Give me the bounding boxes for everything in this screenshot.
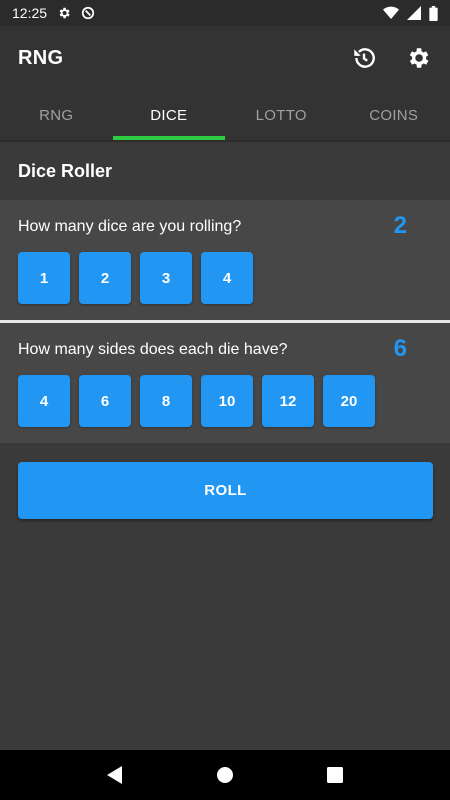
dice-sides-question: How many sides does each die have? — [18, 341, 288, 358]
gear-icon — [57, 6, 71, 20]
dice-count-option-2[interactable]: 2 — [79, 252, 131, 304]
wifi-icon — [383, 6, 399, 20]
back-icon[interactable] — [95, 755, 135, 795]
recents-icon[interactable] — [315, 755, 355, 795]
battery-icon — [429, 5, 438, 21]
tab-lotto[interactable]: LOTTO — [225, 90, 338, 140]
signal-icon — [407, 6, 421, 20]
settings-icon[interactable] — [404, 44, 432, 72]
system-nav-bar — [0, 750, 450, 800]
app-bar: RNG — [0, 26, 450, 90]
dice-sides-option-8[interactable]: 8 — [140, 375, 192, 427]
dice-count-question: How many dice are you rolling? — [18, 218, 242, 235]
dice-sides-option-10[interactable]: 10 — [201, 375, 253, 427]
dice-sides-options: 4 6 8 10 12 20 — [18, 375, 375, 427]
tab-dice[interactable]: DICE — [112, 90, 226, 140]
tab-bar: RNG DICE LOTTO COINS — [0, 90, 450, 140]
app-title: RNG — [18, 46, 64, 69]
history-icon[interactable] — [350, 44, 378, 72]
dice-sides-option-6[interactable]: 6 — [79, 375, 131, 427]
roll-button[interactable]: ROLL — [18, 462, 433, 519]
dice-count-option-3[interactable]: 3 — [140, 252, 192, 304]
vpn-icon — [81, 6, 95, 20]
tab-rng[interactable]: RNG — [0, 90, 113, 140]
dice-count-option-1[interactable]: 1 — [18, 252, 70, 304]
status-bar: 12:25 — [0, 0, 450, 26]
tab-coins[interactable]: COINS — [338, 90, 450, 140]
dice-count-selected: 2 — [393, 212, 407, 239]
dice-count-options: 1 2 3 4 — [18, 252, 253, 304]
dice-sides-option-20[interactable]: 20 — [323, 375, 375, 427]
status-time: 12:25 — [12, 5, 48, 21]
page-title: Dice Roller — [18, 161, 113, 181]
dice-count-card: How many dice are you rolling? 2 1 2 3 4 — [0, 200, 450, 320]
dice-sides-selected: 6 — [393, 335, 407, 362]
dice-sides-option-12[interactable]: 12 — [262, 375, 314, 427]
dice-count-option-4[interactable]: 4 — [201, 252, 253, 304]
home-icon[interactable] — [205, 755, 245, 795]
dice-sides-card: How many sides does each die have? 6 4 6… — [0, 323, 450, 443]
dice-sides-option-4[interactable]: 4 — [18, 375, 70, 427]
